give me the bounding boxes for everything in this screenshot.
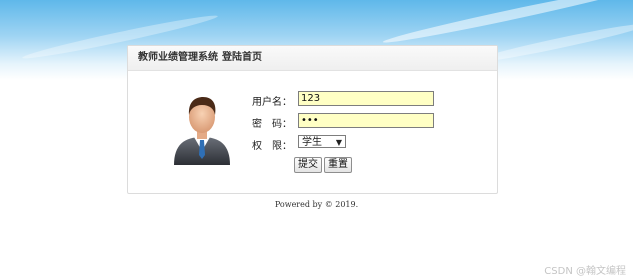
panel-subtitle: 登陆首页 bbox=[222, 52, 262, 63]
password-label: 密 码： bbox=[252, 119, 292, 130]
businessman-avatar-icon bbox=[174, 97, 230, 165]
footer-text: Powered by © 2019. bbox=[274, 200, 359, 209]
reset-button[interactable]: 重置 bbox=[324, 157, 352, 173]
login-panel: 教师业绩管理系统 登陆首页 用户名： 123 密 码： ••• 权 限： 学生 … bbox=[127, 45, 498, 194]
watermark: CSDN @翰文编程 bbox=[544, 266, 626, 277]
panel-header: 教师业绩管理系统 登陆首页 bbox=[128, 46, 497, 71]
role-select[interactable]: 学生 ▼ bbox=[298, 135, 346, 148]
submit-button[interactable]: 提交 bbox=[294, 157, 322, 173]
triangle-down-icon: ▼ bbox=[335, 138, 342, 147]
password-input[interactable]: ••• bbox=[298, 113, 434, 128]
panel-title: 教师业绩管理系统 bbox=[138, 52, 218, 63]
username-input[interactable]: 123 bbox=[298, 91, 434, 106]
role-label: 权 限： bbox=[252, 141, 292, 152]
username-label: 用户名： bbox=[252, 97, 292, 108]
role-selected-value: 学生 bbox=[302, 137, 322, 148]
